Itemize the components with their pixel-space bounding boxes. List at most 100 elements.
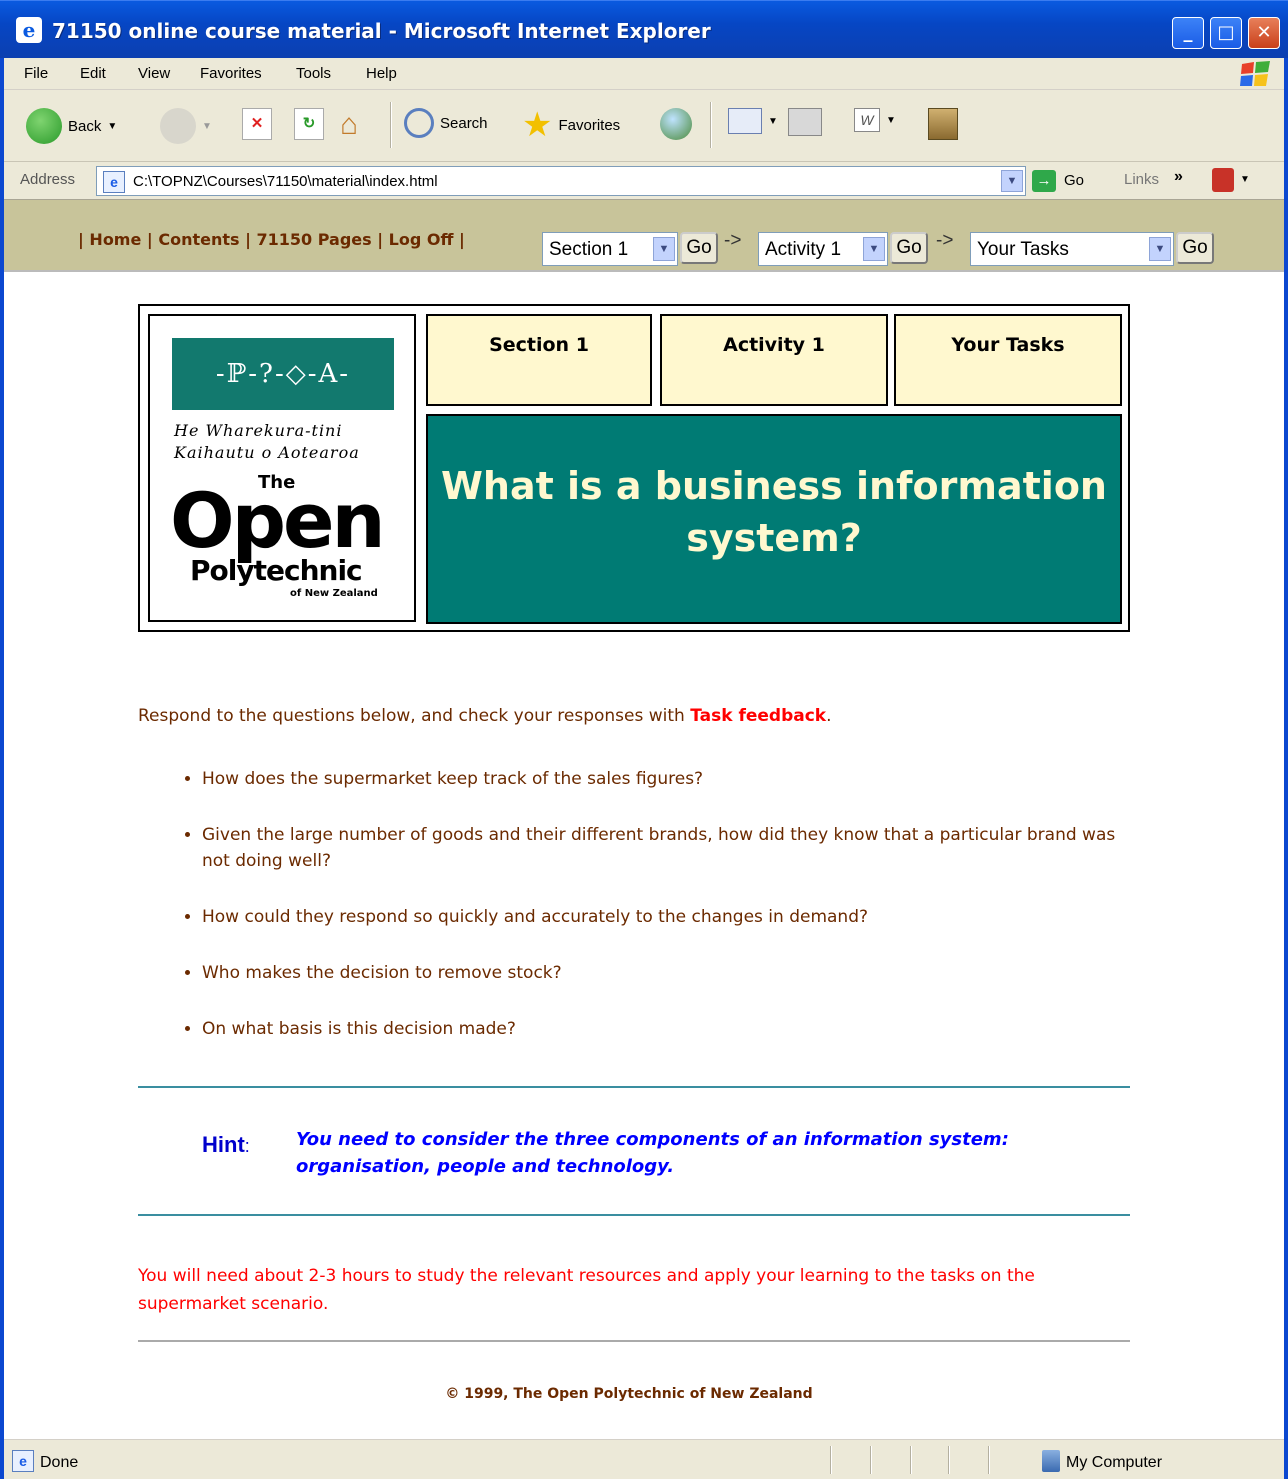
window-title: 71150 online course material - Microsoft…: [52, 19, 711, 43]
history-button[interactable]: [660, 108, 692, 140]
history-icon: [660, 108, 692, 140]
refresh-button[interactable]: ↻: [294, 108, 324, 140]
favorites-label: Favorites: [558, 116, 621, 134]
hint-text: You need to consider the three component…: [296, 1129, 1009, 1177]
forward-arrow-icon: [160, 108, 196, 144]
toolbar-separator: [710, 102, 712, 148]
home-button[interactable]: ⌂: [340, 108, 358, 142]
question-list: How does the supermarket keep track of t…: [174, 766, 1134, 1072]
toolbar-separator: [390, 102, 392, 148]
chevron-down-icon[interactable]: ▼: [1149, 237, 1171, 261]
logo-open: Open: [170, 476, 386, 565]
status-separator: [870, 1446, 872, 1474]
stop-button[interactable]: ✕: [242, 108, 272, 140]
toolbar: Back ▼ ▼ ✕ ↻ ⌂ Search ★ Favorites ▼ W ▼: [4, 90, 1284, 162]
nav-links: | Home | Contents | 71150 Pages | Log Of…: [78, 230, 465, 249]
home-icon: ⌂: [340, 108, 359, 141]
minimize-button[interactable]: _: [1172, 17, 1204, 49]
tasks-go-button[interactable]: Go: [1176, 232, 1214, 264]
chevron-down-icon[interactable]: ▼: [653, 237, 675, 261]
status-separator: [830, 1446, 832, 1474]
divider: [138, 1214, 1130, 1216]
research-icon: [928, 108, 958, 140]
word-edit-icon: W: [854, 108, 880, 132]
close-button[interactable]: ✕: [1248, 17, 1280, 49]
window-frame-right: [1284, 58, 1288, 1479]
logo-maori-text: He Wharekura-tini Kaihautu o Aotearoa: [174, 421, 360, 462]
activity-select[interactable]: Activity 1 ▼: [758, 232, 888, 266]
security-zone: My Computer: [1066, 1454, 1163, 1471]
tasks-select[interactable]: Your Tasks ▼: [970, 232, 1174, 266]
favorites-button[interactable]: ★ Favorites: [522, 108, 620, 142]
menu-edit[interactable]: Edit: [80, 65, 106, 82]
divider: [138, 1086, 1130, 1088]
list-item: On what basis is this decision made?: [202, 1016, 1134, 1042]
links-label[interactable]: Links: [1124, 171, 1159, 188]
back-label: Back: [68, 117, 102, 135]
menu-tools[interactable]: Tools: [296, 65, 331, 82]
open-polytechnic-logo: -ℙ-?-◇-A- He Wharekura-tini Kaihautu o A…: [148, 314, 416, 622]
section-go-button[interactable]: Go: [680, 232, 718, 264]
activity-select-value: Activity 1: [765, 239, 842, 260]
mail-dropdown-icon[interactable]: ▼: [768, 116, 778, 127]
stop-icon: ✕: [242, 108, 272, 140]
page-icon: e: [12, 1450, 34, 1472]
research-button[interactable]: [928, 108, 958, 140]
address-label: Address: [20, 171, 76, 188]
nav-link-contents[interactable]: Contents: [158, 230, 239, 249]
nav-arrow: ->: [936, 230, 954, 251]
back-button[interactable]: Back ▼: [26, 108, 117, 144]
menu-view[interactable]: View: [138, 65, 170, 82]
menu-favorites[interactable]: Favorites: [200, 65, 262, 82]
back-dropdown-icon[interactable]: ▼: [107, 121, 117, 132]
ie-icon: e: [16, 17, 42, 43]
pdf-icon[interactable]: [1212, 168, 1234, 192]
nav-link-home[interactable]: Home: [89, 230, 141, 249]
address-dropdown-icon[interactable]: ▼: [1001, 170, 1023, 192]
nav-link-logoff[interactable]: Log Off: [389, 230, 454, 249]
address-input[interactable]: e C:\TOPNZ\Courses\71150\material\index.…: [96, 166, 1026, 196]
logo-banner: -ℙ-?-◇-A-: [172, 338, 394, 410]
menu-file[interactable]: File: [24, 65, 48, 82]
edit-button[interactable]: W ▼: [854, 108, 896, 132]
list-item: How does the supermarket keep track of t…: [202, 766, 1134, 792]
section-select-value: Section 1: [549, 239, 629, 260]
time-note: You will need about 2-3 hours to study t…: [138, 1266, 1035, 1314]
logo-new-zealand: of New Zealand: [290, 588, 378, 599]
course-nav-bar: | Home | Contents | 71150 Pages | Log Of…: [4, 200, 1284, 272]
mail-button[interactable]: ▼: [728, 108, 778, 134]
menu-help[interactable]: Help: [366, 65, 397, 82]
status-bar: e Done My Computer: [4, 1439, 1284, 1479]
logo-polytechnic: Polytechnic: [190, 554, 363, 587]
windows-logo-icon: [1240, 61, 1270, 86]
back-arrow-icon: [26, 108, 62, 144]
go-arrow-icon[interactable]: →: [1032, 170, 1056, 192]
activity-go-button[interactable]: Go: [890, 232, 928, 264]
forward-dropdown-icon[interactable]: ▼: [202, 121, 212, 132]
address-bar: Address e C:\TOPNZ\Courses\71150\materia…: [4, 162, 1284, 200]
search-button[interactable]: Search: [404, 108, 488, 138]
chevron-down-icon[interactable]: ▼: [863, 237, 885, 261]
header-tasks-cell: Your Tasks: [894, 314, 1122, 406]
list-item: Who makes the decision to remove stock?: [202, 960, 1134, 986]
pdf-dropdown-icon[interactable]: ▼: [1240, 174, 1250, 185]
forward-button[interactable]: ▼: [160, 108, 212, 144]
address-go-button[interactable]: Go: [1064, 172, 1084, 189]
chevron-right-icon[interactable]: »: [1174, 168, 1183, 186]
header-section-cell: Section 1: [426, 314, 652, 406]
status-text: Done: [40, 1454, 79, 1471]
maximize-button[interactable]: □: [1210, 17, 1242, 49]
hint-label: Hint:: [202, 1132, 250, 1157]
list-item: How could they respond so quickly and ac…: [202, 904, 1134, 930]
page-icon: e: [103, 171, 125, 193]
edit-dropdown-icon[interactable]: ▼: [886, 115, 896, 126]
section-select[interactable]: Section 1 ▼: [542, 232, 678, 266]
print-button[interactable]: [788, 108, 822, 136]
task-feedback-link[interactable]: Task feedback: [690, 706, 826, 726]
star-icon: ★: [522, 106, 553, 144]
printer-icon: [788, 108, 822, 136]
page-header: -ℙ-?-◇-A- He Wharekura-tini Kaihautu o A…: [138, 304, 1130, 632]
status-separator: [948, 1446, 950, 1474]
nav-link-pages[interactable]: 71150 Pages: [257, 230, 372, 249]
copyright: © 1999, The Open Polytechnic of New Zeal…: [445, 1386, 813, 1402]
